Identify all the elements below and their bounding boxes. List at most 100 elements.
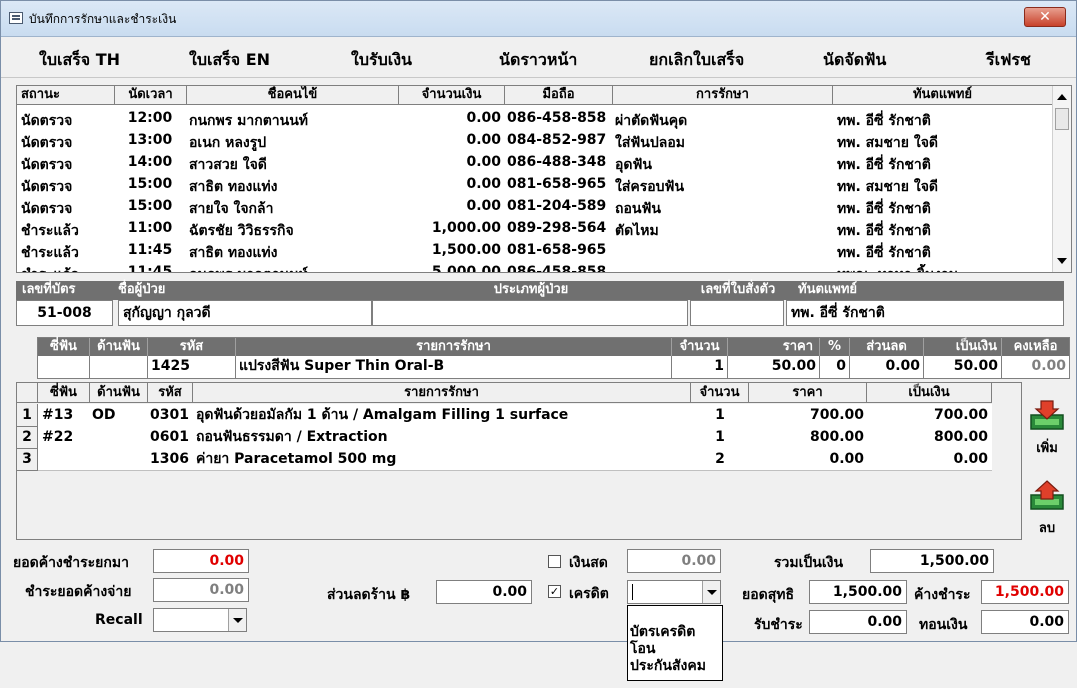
entry-code[interactable]: 1425 bbox=[148, 356, 236, 378]
appointment-mobile: 084-852-987 bbox=[507, 132, 607, 148]
menu-cancel-receipt[interactable]: ยกเลิกใบเสร็จ bbox=[649, 48, 744, 73]
shop-discount-field[interactable]: 0.00 bbox=[436, 580, 532, 604]
appointment-mobile: 086-458-858 bbox=[507, 110, 607, 126]
entry-qty[interactable]: 1 bbox=[672, 356, 728, 378]
credit-option-social-security[interactable]: ประกันสังคม bbox=[630, 658, 722, 675]
total-field[interactable]: 1,500.00 bbox=[870, 549, 994, 573]
treatment-items-grid[interactable]: ซี่ฟัน ด้านฟัน รหัส รายการรักษา จำนวน รา… bbox=[16, 382, 1022, 540]
change-label: ทอนเงิน bbox=[919, 617, 968, 633]
col-status[interactable]: สถานะ bbox=[17, 86, 115, 105]
cash-checkbox[interactable] bbox=[548, 555, 561, 568]
outstanding-field[interactable]: 1,500.00 bbox=[981, 580, 1069, 604]
entry-balance[interactable]: 0.00 bbox=[1002, 356, 1069, 378]
add-tray-icon bbox=[1030, 400, 1064, 430]
appointment-scrollbar[interactable] bbox=[1052, 86, 1071, 272]
patient-type-field[interactable] bbox=[372, 300, 688, 326]
credit-option-transfer[interactable]: โอน bbox=[630, 641, 722, 658]
appointment-row[interactable]: นัดตรวจ 15:00 สายใจ ใจกล้า 0.00 081-204-589 ถ… bbox=[17, 196, 1053, 218]
received-field[interactable]: 0.00 bbox=[809, 610, 907, 634]
recall-dropdown-icon[interactable] bbox=[228, 609, 246, 631]
row-number[interactable]: 2 bbox=[17, 426, 38, 449]
appointment-mobile: 081-658-965 bbox=[507, 242, 607, 258]
title-bar: บันทึกการรักษาและชำระเงิน ✕ bbox=[1, 1, 1076, 37]
delete-item-button[interactable]: ลบ bbox=[1025, 479, 1069, 538]
appointment-row[interactable]: นัดตรวจ 12:00 กนกพร มากตานนท์ 0.00 086-458-8… bbox=[17, 108, 1053, 130]
row-number[interactable]: 1 bbox=[17, 404, 38, 427]
entry-amount[interactable]: 50.00 bbox=[924, 356, 1002, 378]
carried-balance-field[interactable]: 0.00 bbox=[153, 549, 249, 573]
close-button[interactable]: ✕ bbox=[1024, 7, 1066, 27]
add-item-button[interactable]: เพิ่ม bbox=[1025, 399, 1069, 458]
recall-select[interactable] bbox=[153, 608, 247, 632]
appointment-treatment: อุดฟัน bbox=[615, 157, 652, 173]
col-mobile[interactable]: มือถือ bbox=[505, 86, 613, 105]
patient-name-field[interactable]: สุกัญญา กุลวดี bbox=[118, 300, 372, 326]
menu-refresh[interactable]: รีเฟรช bbox=[986, 48, 1031, 73]
col-treatment[interactable]: การรักษา bbox=[613, 86, 833, 105]
treatment-item-row[interactable]: 1 #13 OD 0301 อุดฟันด้วยอมัลกัม 1 ด้าน / Ama… bbox=[17, 404, 992, 427]
net-field[interactable]: 1,500.00 bbox=[809, 580, 907, 604]
scroll-up-icon[interactable] bbox=[1057, 94, 1067, 100]
scroll-thumb[interactable] bbox=[1055, 108, 1069, 130]
appointment-row[interactable]: ชำระแล้ว 11:00 ฉัตรชัย วิวิธรรกิจ 1,000.00 0… bbox=[17, 218, 1053, 240]
appointment-patient-name: สายใจ ใจกล้า bbox=[189, 201, 274, 217]
entry-price[interactable]: 50.00 bbox=[728, 356, 820, 378]
appointment-amount: 0.00 bbox=[466, 176, 501, 192]
appointment-row[interactable]: ชำระแล้ว 11:45 กนกพร มากตานนท์ 5,000.00 086-… bbox=[17, 262, 1053, 273]
pay-balance-label: ชำระยอดค้างจ่าย bbox=[25, 584, 132, 600]
item-code: 0301 bbox=[150, 407, 189, 423]
credit-checkbox[interactable]: ✓ bbox=[548, 585, 561, 598]
card-number-field[interactable]: 51-008 bbox=[16, 300, 113, 326]
entry-col-code: รหัส bbox=[148, 338, 236, 356]
appointment-time: 13:00 bbox=[127, 132, 173, 148]
treatment-item-row[interactable]: 2 #22 0601 ถอนฟันธรรมดา / Extraction 1 800.00… bbox=[17, 426, 992, 449]
entry-percent[interactable]: 0 bbox=[820, 356, 850, 378]
row-number[interactable]: 3 bbox=[17, 448, 38, 471]
col-time[interactable]: นัดเวลา bbox=[115, 86, 187, 105]
menu-payment-receipt[interactable]: ใบรับเงิน bbox=[351, 48, 412, 73]
item-entry-grid[interactable]: ซี่ฟัน ด้านฟัน รหัส รายการรักษา จำนวน รา… bbox=[37, 337, 1070, 379]
entry-col-price: ราคา bbox=[728, 338, 820, 356]
appointment-grid[interactable]: สถานะ นัดเวลา ชื่อคนไข้ จำนวนเงิน มือถือ… bbox=[16, 85, 1072, 273]
col-dentist[interactable]: ทันตแพทย์ bbox=[833, 86, 1053, 105]
appointment-patient-name: กนกพร มากตานนท์ bbox=[189, 113, 309, 129]
appointment-treatment: ถอนฟัน bbox=[615, 201, 661, 217]
pay-balance-field[interactable]: 0.00 bbox=[153, 578, 249, 602]
entry-tooth[interactable] bbox=[38, 356, 90, 378]
menu-next-appointment[interactable]: นัดราวหน้า bbox=[499, 48, 577, 73]
scroll-down-icon[interactable] bbox=[1057, 258, 1067, 264]
order-number-field[interactable] bbox=[690, 300, 784, 326]
appointment-row[interactable]: นัดตรวจ 15:00 สาธิต ทองแท่ง 0.00 081-658-965… bbox=[17, 174, 1053, 196]
appointment-dentist: ทพ. อีซี่ รักชาติ bbox=[837, 201, 931, 217]
menu-receipt-en[interactable]: ใบเสร็จ EN bbox=[189, 48, 270, 73]
menu-orthodontic-appointment[interactable]: นัดจัดฟัน bbox=[823, 48, 886, 73]
net-label: ยอดสุทธิ bbox=[742, 587, 795, 603]
appointment-row[interactable]: ชำระแล้ว 11:45 สาธิต ทองแท่ง 1,500.00 081-65… bbox=[17, 240, 1053, 262]
order-no-header: เลขที่ใบสั่งตัว bbox=[690, 281, 786, 300]
appointment-row[interactable]: นัดตรวจ 14:00 สาวสวย ใจดี 0.00 086-488-348 อุ… bbox=[17, 152, 1053, 174]
appointment-mobile: 081-658-965 bbox=[507, 176, 607, 192]
cash-amount-field[interactable]: 0.00 bbox=[627, 549, 721, 573]
change-field[interactable]: 0.00 bbox=[981, 610, 1069, 634]
item-price: 700.00 bbox=[809, 407, 864, 423]
entry-discount[interactable]: 0.00 bbox=[850, 356, 924, 378]
entry-side[interactable] bbox=[90, 356, 148, 378]
col-amount[interactable]: จำนวนเงิน bbox=[399, 86, 505, 105]
dentist-field[interactable]: ทพ. อีซี่ รักชาติ bbox=[786, 300, 1064, 326]
items-col-side: ด้านฟัน bbox=[90, 383, 148, 403]
appointment-dentist: ทพ. อีซี่ รักชาติ bbox=[837, 245, 931, 261]
appointment-row[interactable]: นัดตรวจ 13:00 อเนก หลงรูป 0.00 084-852-987 ใส… bbox=[17, 130, 1053, 152]
credit-type-select[interactable] bbox=[627, 580, 721, 604]
treatment-item-row[interactable]: 3 1306 ค่ายา Paracetamol 500 mg 2 0.00 0.00 bbox=[17, 448, 992, 471]
item-amount: 700.00 bbox=[933, 407, 988, 423]
credit-type-dropdown-list[interactable]: บัตรเครดิต โอน ประกันสังคม bbox=[627, 605, 723, 681]
credit-dropdown-icon[interactable] bbox=[702, 581, 720, 603]
credit-option-card[interactable]: บัตรเครดิต bbox=[630, 624, 722, 641]
items-col-tooth: ซี่ฟัน bbox=[38, 383, 90, 403]
entry-treatment[interactable]: แปรงสีฟัน Super Thin Oral-B bbox=[236, 356, 672, 378]
col-patient-name[interactable]: ชื่อคนไข้ bbox=[187, 86, 399, 105]
item-cells: #22 0601 ถอนฟันธรรมดา / Extraction 1 800.00 8… bbox=[38, 426, 992, 449]
menu-receipt-th[interactable]: ใบเสร็จ TH bbox=[39, 48, 120, 73]
appointment-time: 11:45 bbox=[127, 264, 173, 273]
appointment-patient-name: สาวสวย ใจดี bbox=[189, 157, 267, 173]
